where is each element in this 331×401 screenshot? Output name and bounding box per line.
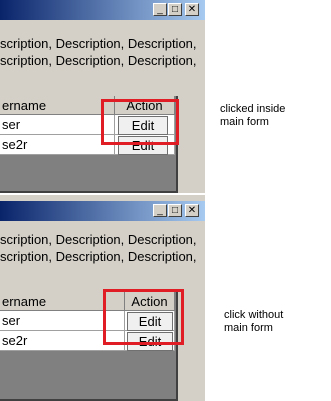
table-row-name[interactable]: ser [0, 115, 115, 135]
highlight-box [103, 289, 184, 345]
table-row-name[interactable]: se2r [0, 135, 115, 155]
minimize-icon[interactable]: _ [153, 204, 167, 217]
maximize-icon[interactable]: □ [168, 3, 182, 16]
annotation-line-1: click without [224, 309, 284, 321]
description-line-2: scription, Description, Description, [0, 249, 197, 264]
description-line-2: scription, Description, Description, [0, 53, 197, 68]
description-line-1: scription, Description, Description, [0, 36, 197, 51]
title-bar: _ □ ✕ [0, 0, 205, 20]
minimize-icon[interactable]: _ [153, 3, 167, 16]
column-header-username[interactable]: ername [0, 96, 115, 115]
annotation-line-2: main form [224, 322, 273, 334]
title-bar: _ □ ✕ [0, 201, 205, 221]
description-line-1: scription, Description, Description, [0, 232, 197, 247]
annotation-note: click without main form [224, 309, 283, 335]
top-form-window: _ □ ✕ scription, Description, Descriptio… [0, 0, 205, 193]
highlight-box [101, 99, 179, 145]
close-icon[interactable]: ✕ [185, 3, 199, 16]
annotation-note: clicked inside main form [220, 103, 285, 129]
annotation-line-2: main form [220, 116, 269, 128]
annotation-line-1: clicked inside [220, 103, 286, 115]
close-icon[interactable]: ✕ [185, 204, 199, 217]
maximize-icon[interactable]: □ [168, 204, 182, 217]
